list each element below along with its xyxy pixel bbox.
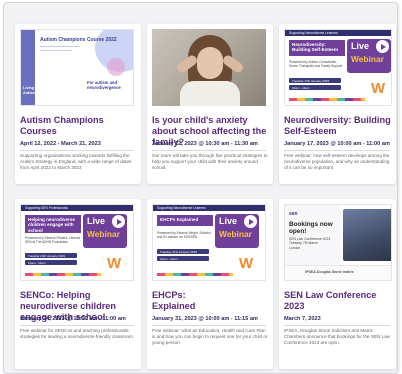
thumb-presenter: Presented by Eleanor Rhodes, Director SE… [25,236,81,244]
events-grid: Autism Champions Course 2022 Living Auti… [3,2,398,374]
event-description: IPSEA, Douglas Stone Solicitors and Matr… [284,328,390,346]
event-thumbnail[interactable]: Supporting Neurodiverse Learners EHCPs E… [152,204,266,281]
webinar-label: Webinar [219,229,252,239]
brand-w-logo: W [371,80,386,97]
thumb-topbar: Supporting SEN Professionals [21,205,133,211]
living-autism-logo: Living Autism [23,86,36,95]
event-thumbnail[interactable]: Autism Champions Course 2022 Living Auti… [20,29,134,106]
divider [284,325,390,326]
event-date: January 31, 2023 @ 10:00 am - 11:15 am [152,316,258,322]
play-icon [376,40,389,53]
photo-person [180,81,240,106]
event-date: January 17, 2023 @ 10:00 am - 11:00 am [284,141,390,147]
thumb-photo [343,209,391,261]
thumb-title-box: Helping neurodiverse children engage wit… [25,215,81,233]
event-description: Supporting organisations working towards… [20,153,132,171]
thumb-title-box: Neurodiversity: Building Self-Esteem [289,40,345,56]
thumb-date-pill: Tuesday 17th January 2023 [289,78,341,83]
thumb-details: SEN Law Conference 2023 Tuesday 7th Marc… [289,237,331,250]
brand-w-logo: W [107,255,122,272]
brand-w-logo: W [239,255,254,272]
event-description: Free webinar: what an Education, Health … [152,328,268,346]
thumb-title-box: EHCPs Explained [157,215,213,226]
decorative-stripe [157,273,233,276]
event-thumbnail[interactable]: Supporting SEN Professionals Helping neu… [20,204,134,281]
divider [152,150,266,151]
thumb-headline: Bookings now open! [289,221,333,235]
decorative-stripe [289,98,365,101]
event-thumbnail[interactable] [152,29,266,106]
webinar-label: Webinar [87,229,120,239]
thumb-heading: Autism Champions Course 2022 [40,37,117,43]
event-card[interactable]: Supporting Neurodiverse Learners Neurodi… [279,24,396,184]
event-title[interactable]: Neurodiversity: Building Self-Esteem [284,115,392,137]
thumb-topbar: Supporting Neurodiverse Learners [285,30,391,36]
event-description: Our team will take you through five prac… [152,153,268,171]
divider [20,325,134,326]
live-label: Live [351,41,370,51]
event-title[interactable]: EHCPs: Explained [152,290,212,312]
divider [152,325,266,326]
event-title[interactable]: SEN Law Conference 2023 [284,290,392,312]
live-label: Live [87,216,106,226]
event-thumbnail[interactable]: sen Bookings now open! SEN Law Conferenc… [284,204,392,281]
webinar-label: Webinar [351,54,384,64]
event-description: Free webinar for SENCos and teaching pro… [20,328,133,340]
event-card[interactable]: Is your child's anxiety about school aff… [147,24,273,184]
event-title[interactable]: Autism Champions Courses [20,115,136,137]
thumb-presenter: Presented by Autism Consultants, Senior … [289,60,343,68]
thumb-date-pill: Tuesday 24th January 2023 [25,253,77,258]
decorative-shape [107,58,125,76]
decorative-line [40,46,80,48]
play-icon [112,215,125,228]
event-card[interactable]: Supporting Neurodiverse Learners EHCPs E… [147,199,273,369]
thumb-topbar: Supporting Neurodiverse Learners [153,205,265,211]
sponsor-logos: IPSEA Douglas Stone matrix [305,270,354,274]
thumb-time-pill: 10am - 11am [157,256,209,261]
divider [284,150,390,151]
divider [20,150,134,151]
thumb-presenter: Presented by Eleanor Wright, Solicitor a… [157,231,211,239]
event-date: April 12, 2022 - March 21, 2023 [20,141,101,147]
event-date: January 24, 2023 @ 10:00 am - 11:00 am [20,316,126,322]
thumb-time-pill: 10am - 11am [289,85,341,90]
decorative-line [40,50,72,52]
event-thumbnail[interactable]: Supporting Neurodiverse Learners Neurodi… [284,29,392,106]
decorative-stripe [25,273,101,276]
event-card[interactable]: sen Bookings now open! SEN Law Conferenc… [279,199,396,369]
thumb-date-pill: Tuesday 31st January 2023 [157,249,209,254]
event-description: Free webinar: how self-esteem develops a… [284,153,390,171]
sen-logo: sen [289,211,298,217]
event-date: January 12, 2023 @ 10:30 am - 11:30 am [152,141,258,147]
photo-person [197,47,223,79]
thumb-tagline: For autism and neurodivergence [87,80,121,90]
live-label: Live [219,216,238,226]
event-card[interactable]: Autism Champions Course 2022 Living Auti… [15,24,141,184]
event-card[interactable]: Supporting SEN Professionals Helping neu… [15,199,141,369]
event-date: March 7, 2023 [284,316,321,322]
play-icon [244,215,257,228]
thumb-time-pill: 10am - 11am [25,260,77,265]
